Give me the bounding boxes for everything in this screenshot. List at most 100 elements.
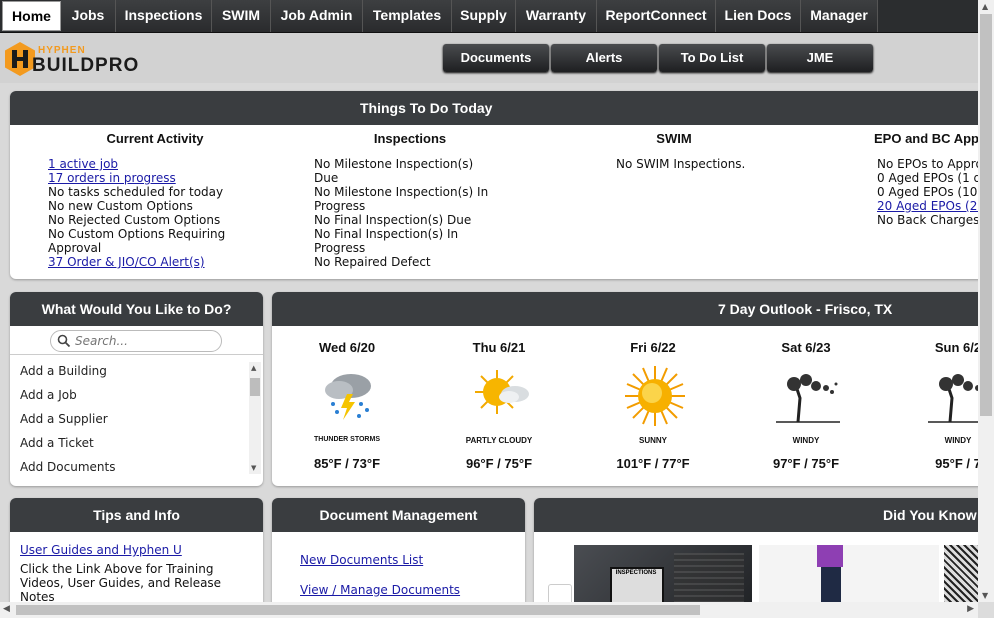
search-box[interactable] bbox=[50, 330, 222, 352]
list-item-add-building[interactable]: Add a Building bbox=[20, 364, 107, 378]
forecast-condition: PARTLY CLOUDY bbox=[465, 436, 533, 445]
nav-tab-job-admin[interactable]: Job Admin bbox=[271, 0, 363, 32]
list-item-add-ticket[interactable]: Add a Ticket bbox=[20, 436, 94, 450]
what-would-you-like-title: What Would You Like to Do? bbox=[10, 292, 263, 326]
alerts-button[interactable]: Alerts bbox=[551, 44, 657, 72]
scroll-down-arrow-icon[interactable]: ▼ bbox=[982, 591, 988, 600]
inspections-list: No Milestone Inspection(s) Due No Milest… bbox=[314, 157, 499, 269]
documents-button[interactable]: Documents bbox=[443, 44, 549, 72]
epo-item: 0 Aged EPOs (1 da bbox=[877, 171, 978, 185]
document-management-title: Document Management bbox=[272, 498, 525, 532]
list-item-add-documents[interactable]: Add Documents bbox=[20, 460, 115, 474]
page-viewport: Home Jobs Inspections SWIM Job Admin Tem… bbox=[0, 0, 978, 602]
current-activity-title: Current Activity bbox=[106, 131, 204, 146]
horizontal-scrollbar-thumb[interactable] bbox=[16, 605, 700, 615]
search-icon bbox=[57, 334, 71, 348]
header-bar: HYPHEN BUILDPRO Documents Alerts To Do L… bbox=[0, 33, 978, 83]
nav-tab-manager[interactable]: Manager bbox=[801, 0, 878, 32]
action-list-scrollbar[interactable]: ▲ ▼ bbox=[249, 362, 261, 474]
photo-caption: INSPECTIONS bbox=[615, 570, 657, 576]
forecast-day: Sun 6/2 WINDY 95°F / 7 bbox=[898, 340, 978, 471]
forecast-day: Thu 6/21 PARTLY CLOUDY 96°F / 75°F bbox=[439, 340, 559, 471]
inspection-item: No Repaired Defect bbox=[314, 255, 431, 269]
list-item-add-supplier[interactable]: Add a Supplier bbox=[20, 412, 108, 426]
search-input[interactable] bbox=[73, 333, 217, 349]
activity-item: No tasks scheduled for today bbox=[48, 185, 224, 199]
partly-cloudy-icon bbox=[475, 370, 529, 414]
inspection-item: No Final Inspection(s) Due bbox=[314, 213, 472, 227]
forecast-day: Sat 6/23 WINDY 97°F / 75°F bbox=[746, 340, 866, 471]
did-you-know-title: Did You Know bbox=[534, 498, 978, 532]
nav-tab-jobs[interactable]: Jobs bbox=[61, 0, 116, 32]
view-manage-documents-link[interactable]: View / Manage Documents bbox=[300, 583, 460, 597]
nav-tab-templates[interactable]: Templates bbox=[363, 0, 452, 32]
scroll-up-arrow-icon[interactable]: ▲ bbox=[982, 2, 988, 11]
nav-tab-warranty[interactable]: Warranty bbox=[516, 0, 597, 32]
nav-tab-lien-docs[interactable]: Lien Docs bbox=[716, 0, 801, 32]
third-photo[interactable] bbox=[944, 545, 978, 602]
weather-outlook-panel: 7 Day Outlook - Frisco, TX Wed 6/20 THUN… bbox=[272, 292, 978, 486]
hyphen-buildpro-logo[interactable]: HYPHEN BUILDPRO bbox=[2, 41, 147, 77]
forecast-temperature: 96°F / 75°F bbox=[465, 456, 533, 471]
orders-in-progress-link[interactable]: 17 orders in progress bbox=[48, 171, 228, 185]
forecast-condition: WINDY bbox=[792, 436, 820, 445]
epo-list: No EPOs to Approv 0 Aged EPOs (1 da 0 Ag… bbox=[877, 157, 978, 227]
inspections-photo[interactable]: INSPECTIONS bbox=[574, 545, 752, 602]
action-list: Add a Building Add a Job Add a Supplier … bbox=[10, 362, 262, 480]
page-horizontal-scrollbar[interactable]: ◀ ▶ bbox=[0, 602, 978, 618]
forecast-condition: SUNNY bbox=[638, 436, 667, 445]
scroll-up-arrow-icon[interactable]: ▲ bbox=[251, 364, 256, 372]
what-would-you-like-panel: What Would You Like to Do? Add a Buildin… bbox=[10, 292, 263, 486]
scroll-left-arrow-icon[interactable]: ◀ bbox=[3, 604, 10, 614]
worker-photo[interactable] bbox=[759, 545, 939, 602]
top-navigation: Home Jobs Inspections SWIM Job Admin Tem… bbox=[0, 0, 978, 33]
inspection-item: No Milestone Inspection(s) Due bbox=[314, 157, 474, 185]
swim-list: No SWIM Inspections. bbox=[616, 157, 776, 171]
epo-title: EPO and BC Appr bbox=[874, 131, 978, 146]
tips-description: Click the Link Above for Training Videos… bbox=[20, 562, 222, 602]
forecast-temperature: 85°F / 73°F bbox=[313, 456, 381, 471]
forecast-day-name: Fri 6/22 bbox=[630, 340, 676, 355]
windy-icon bbox=[776, 374, 840, 423]
user-guides-link[interactable]: User Guides and Hyphen U bbox=[20, 543, 182, 557]
carousel-prev-button[interactable] bbox=[548, 584, 572, 602]
order-alerts-link[interactable]: 37 Order & JIO/CO Alert(s) bbox=[48, 255, 228, 269]
list-item-add-job[interactable]: Add a Job bbox=[20, 388, 77, 402]
inspection-item: No Milestone Inspection(s) In Progress bbox=[314, 185, 489, 213]
scroll-down-arrow-icon[interactable]: ▼ bbox=[251, 464, 256, 472]
sunny-icon bbox=[625, 366, 685, 426]
person-shirt bbox=[817, 545, 843, 567]
activity-item: No new Custom Options bbox=[48, 199, 193, 213]
nav-tab-inspections[interactable]: Inspections bbox=[116, 0, 212, 32]
nav-tab-swim[interactable]: SWIM bbox=[212, 0, 271, 32]
page-vertical-scrollbar[interactable]: ▲ ▼ bbox=[978, 0, 994, 602]
things-to-do-panel: Things To Do Today Current Activity 1 ac… bbox=[10, 91, 978, 279]
nav-tab-supply[interactable]: Supply bbox=[452, 0, 516, 32]
scrollbar-corner bbox=[978, 602, 994, 618]
epo-item: 0 Aged EPOs (10 d bbox=[877, 185, 978, 199]
jme-button[interactable]: JME bbox=[767, 44, 873, 72]
vertical-scrollbar-thumb[interactable] bbox=[980, 14, 992, 416]
scroll-right-arrow-icon[interactable]: ▶ bbox=[967, 604, 974, 614]
forecast-condition: THUNDER STORMS bbox=[314, 436, 380, 443]
nav-tab-reportconnect[interactable]: ReportConnect bbox=[597, 0, 716, 32]
divider bbox=[10, 354, 263, 355]
aged-epos-link[interactable]: 20 Aged EPOs (25 bbox=[877, 199, 978, 213]
to-do-list-button[interactable]: To Do List bbox=[659, 44, 765, 72]
epo-item: No Back Charges bbox=[877, 213, 978, 227]
nav-tab-home[interactable]: Home bbox=[2, 1, 61, 31]
person-pants bbox=[821, 567, 841, 602]
current-activity-list: 1 active job 17 orders in progress No ta… bbox=[48, 157, 228, 269]
active-job-link[interactable]: 1 active job bbox=[48, 157, 228, 171]
forecast-day-name: Wed 6/20 bbox=[318, 340, 376, 355]
activity-item: No Rejected Custom Options bbox=[48, 213, 221, 227]
scrollbar-thumb[interactable] bbox=[250, 378, 260, 396]
forecast-day: Wed 6/20 THUNDER STORMS 85°F / 73°F bbox=[287, 340, 407, 471]
epo-item: No EPOs to Approv bbox=[877, 157, 978, 171]
windy-icon bbox=[928, 374, 978, 423]
forecast-condition: WINDY bbox=[944, 436, 972, 445]
new-documents-list-link[interactable]: New Documents List bbox=[300, 553, 423, 567]
inspection-item: No Final Inspection(s) In Progress bbox=[314, 227, 459, 255]
forecast-day-name: Thu 6/21 bbox=[472, 340, 526, 355]
logo-text-buildpro: BUILDPRO bbox=[32, 55, 140, 76]
